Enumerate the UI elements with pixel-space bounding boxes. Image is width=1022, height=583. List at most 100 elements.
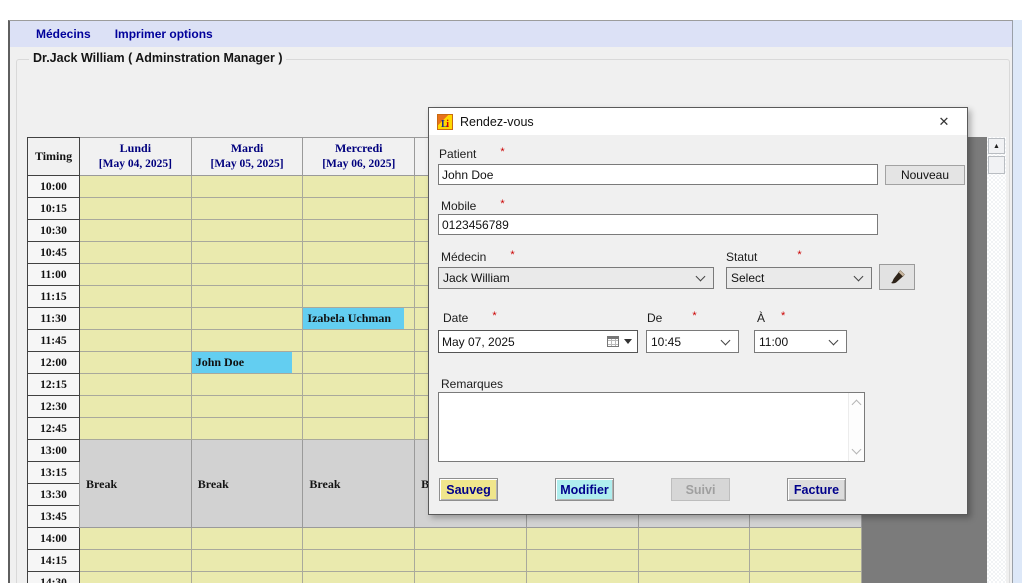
calendar-slot[interactable]: [80, 396, 192, 418]
desktop-strip: [1013, 20, 1022, 583]
calendar-slot[interactable]: [303, 572, 415, 583]
calendar-slot[interactable]: [303, 242, 415, 264]
calendar-slot[interactable]: [303, 330, 415, 352]
break-cell: Break: [191, 440, 303, 528]
calendar-slot[interactable]: [750, 528, 862, 550]
calendar-slot[interactable]: [80, 374, 192, 396]
calendar-slot[interactable]: [303, 528, 415, 550]
calendar-slot[interactable]: [750, 550, 862, 572]
time-label: 11:30: [28, 308, 80, 330]
calendar-slot[interactable]: [303, 264, 415, 286]
calendar-slot[interactable]: John Doe: [191, 352, 303, 374]
calendar-slot[interactable]: [638, 528, 750, 550]
break-cell: Break: [303, 440, 415, 528]
calendar-slot[interactable]: [303, 396, 415, 418]
calendar-slot[interactable]: [80, 286, 192, 308]
vertical-scrollbar[interactable]: ▲: [987, 137, 1006, 583]
calendar-slot[interactable]: [750, 572, 862, 583]
calendar-slot[interactable]: [191, 572, 303, 583]
de-label: De: [647, 311, 662, 325]
date-picker[interactable]: May 07, 2025: [438, 330, 638, 353]
calendar-slot[interactable]: [303, 220, 415, 242]
calendar-slot[interactable]: [191, 528, 303, 550]
calendar-slot[interactable]: [191, 418, 303, 440]
medecin-select[interactable]: Jack William: [438, 267, 714, 289]
calendar-slot[interactable]: [191, 330, 303, 352]
date-dropdown-arrow: [624, 339, 632, 344]
textarea-scrollbar[interactable]: [848, 393, 864, 461]
calendar-slot[interactable]: [80, 528, 192, 550]
calendar-slot[interactable]: [191, 176, 303, 198]
nouveau-button[interactable]: Nouveau: [885, 165, 965, 185]
chevron-up-icon[interactable]: [852, 400, 862, 410]
calendar-slot[interactable]: [303, 374, 415, 396]
scrollbar-thumb[interactable]: [988, 156, 1005, 174]
facture-button[interactable]: Facture: [787, 478, 846, 501]
calendar-slot[interactable]: [80, 352, 192, 374]
appointment[interactable]: Izabela Uchman: [303, 308, 404, 329]
calendar-slot[interactable]: [526, 528, 638, 550]
calendar-slot[interactable]: [526, 550, 638, 572]
calendar-slot[interactable]: [80, 572, 192, 583]
mobile-required-mark: *: [500, 198, 504, 210]
sauveg-button[interactable]: Sauveg: [439, 478, 498, 501]
calendar-slot[interactable]: [303, 418, 415, 440]
calendar-slot[interactable]: [638, 550, 750, 572]
close-icon[interactable]: ✕: [929, 108, 959, 135]
calendar-slot[interactable]: [415, 550, 527, 572]
calendar-slot[interactable]: [191, 308, 303, 330]
brush-button[interactable]: [879, 264, 915, 290]
de-label-row: De*: [647, 309, 697, 327]
statut-select[interactable]: Select: [726, 267, 872, 289]
time-label: 13:45: [28, 506, 80, 528]
calendar-slot[interactable]: [191, 286, 303, 308]
calendar-slot[interactable]: Izabela Uchman: [303, 308, 415, 330]
chevron-down-icon[interactable]: [852, 445, 862, 455]
calendar-slot[interactable]: [415, 528, 527, 550]
remarques-label: Remarques: [441, 377, 503, 391]
calendar-slot[interactable]: [303, 550, 415, 572]
calendar-slot[interactable]: [80, 242, 192, 264]
calendar-slot[interactable]: [191, 374, 303, 396]
modifier-button[interactable]: Modifier: [555, 478, 614, 501]
calendar-slot[interactable]: [80, 220, 192, 242]
menu-item[interactable]: Imprimer options: [115, 27, 213, 41]
calendar-slot[interactable]: [638, 572, 750, 583]
calendar-slot[interactable]: [303, 286, 415, 308]
time-label: 12:15: [28, 374, 80, 396]
calendar-slot[interactable]: [415, 572, 527, 583]
calendar-slot[interactable]: [80, 418, 192, 440]
calendar-slot[interactable]: [191, 242, 303, 264]
calendar-slot[interactable]: [191, 264, 303, 286]
calendar-slot[interactable]: [80, 330, 192, 352]
patient-input[interactable]: [438, 164, 878, 185]
calendar-slot[interactable]: [303, 198, 415, 220]
medecin-required-mark: *: [510, 249, 514, 261]
calendar-slot[interactable]: [191, 198, 303, 220]
calendar-slot[interactable]: [303, 352, 415, 374]
calendar-slot[interactable]: [191, 396, 303, 418]
calendar-slot[interactable]: [526, 572, 638, 583]
calendar-slot[interactable]: [303, 176, 415, 198]
calendar-slot[interactable]: [80, 550, 192, 572]
time-label: 11:00: [28, 264, 80, 286]
appointment[interactable]: John Doe: [192, 352, 293, 373]
calendar-slot[interactable]: [191, 220, 303, 242]
calendar-slot[interactable]: [80, 176, 192, 198]
scroll-up-button[interactable]: ▲: [988, 138, 1005, 154]
dialog-titlebar[interactable]: Li Rendez-vous ✕: [429, 108, 967, 135]
calendar-slot[interactable]: [191, 550, 303, 572]
day-column-header: Mercredi[May 06, 2025]: [303, 138, 415, 176]
mobile-input[interactable]: [438, 214, 878, 235]
calendar-slot[interactable]: [80, 198, 192, 220]
menu-item[interactable]: Médecins: [36, 27, 91, 41]
a-time-select[interactable]: 11:00: [754, 330, 847, 353]
calendar-slot[interactable]: [80, 308, 192, 330]
time-label: 12:30: [28, 396, 80, 418]
de-time-select[interactable]: 10:45: [646, 330, 739, 353]
calendar-slot[interactable]: [80, 264, 192, 286]
time-label: 13:00: [28, 440, 80, 462]
time-label: 13:30: [28, 484, 80, 506]
suivi-button[interactable]: Suivi: [671, 478, 730, 501]
remarques-textarea[interactable]: [439, 393, 847, 461]
